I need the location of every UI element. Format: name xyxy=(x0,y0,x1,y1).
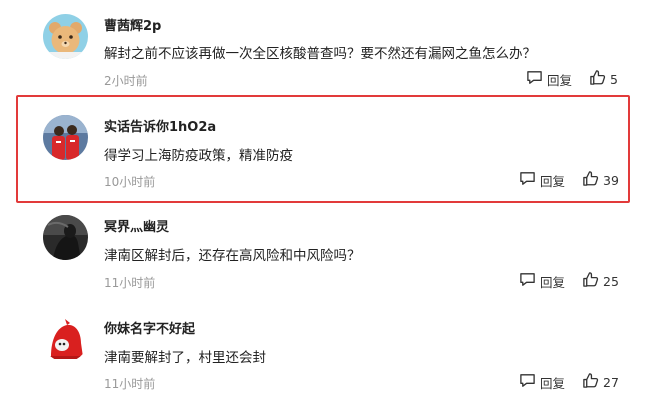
comment-username[interactable]: 冥界灬幽灵 xyxy=(104,216,169,235)
comment-username[interactable]: 曹茜辉2p xyxy=(104,15,161,34)
reply-button[interactable]: 回复 xyxy=(519,372,565,392)
avatar[interactable] xyxy=(43,14,88,59)
avatar[interactable] xyxy=(43,317,88,362)
comment-text: 解封之前不应该再做一次全区核酸普查吗？要不然还有漏网之鱼怎么办？ xyxy=(104,46,536,62)
like-button[interactable]: 39 xyxy=(582,170,619,190)
comment-text: 得学习上海防疫政策，精准防疫 xyxy=(104,148,293,164)
comment-time: 2小时前 xyxy=(104,74,148,88)
reply-label: 回复 xyxy=(540,375,566,391)
comment-bubble-icon xyxy=(519,271,540,291)
reply-button[interactable]: 回复 xyxy=(526,69,572,89)
comment-time: 10小时前 xyxy=(104,175,156,189)
like-count: 39 xyxy=(603,172,619,188)
comment-bubble-icon xyxy=(526,69,547,89)
like-count: 25 xyxy=(603,273,619,289)
comment-username[interactable]: 实话告诉你1hO2a xyxy=(104,116,216,135)
reply-label: 回复 xyxy=(540,274,566,290)
thumbs-up-icon xyxy=(582,170,603,190)
reply-button[interactable]: 回复 xyxy=(519,271,565,291)
avatar[interactable] xyxy=(43,115,88,160)
like-count: 27 xyxy=(603,374,619,390)
thumbs-up-icon xyxy=(582,271,603,291)
thumbs-up-icon xyxy=(589,69,610,89)
comment-bubble-icon xyxy=(519,372,540,392)
like-button[interactable]: 27 xyxy=(582,372,619,392)
comment-time: 11小时前 xyxy=(104,276,156,290)
comment-text: 津南要解封了，村里还会封 xyxy=(104,350,266,366)
reply-button[interactable]: 回复 xyxy=(519,170,565,190)
like-button[interactable]: 25 xyxy=(582,271,619,291)
reply-label: 回复 xyxy=(540,173,566,189)
comment-bubble-icon xyxy=(519,170,540,190)
comment-username[interactable]: 你妹名字不好起 xyxy=(104,318,195,337)
avatar[interactable] xyxy=(43,215,88,260)
like-button[interactable]: 5 xyxy=(589,69,618,89)
reply-label: 回复 xyxy=(547,72,573,88)
comment-text: 津南区解封后，还存在高风险和中风险吗？ xyxy=(104,248,361,264)
thumbs-up-icon xyxy=(582,372,603,392)
comment-time: 11小时前 xyxy=(104,377,156,391)
like-count: 5 xyxy=(610,71,618,87)
